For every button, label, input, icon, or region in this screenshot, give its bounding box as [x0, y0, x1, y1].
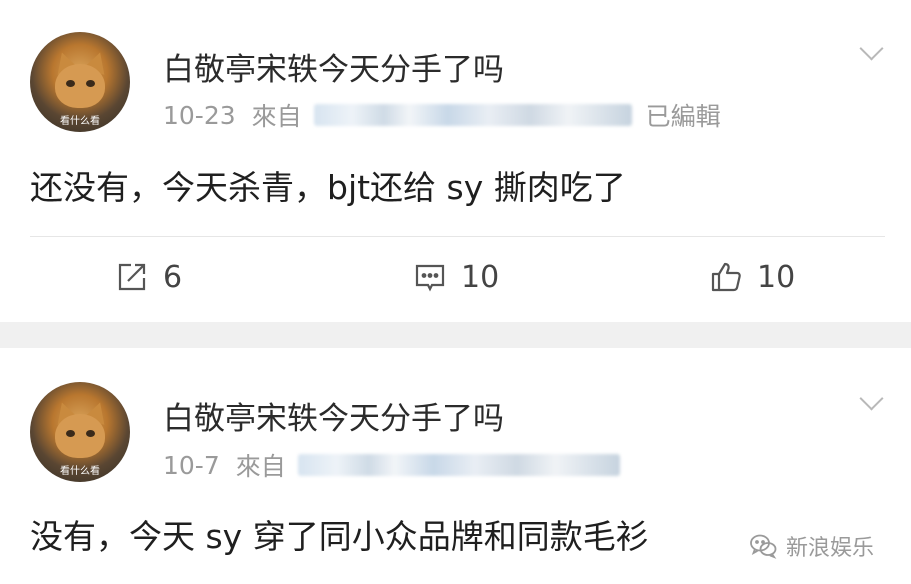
post-text: 没有，今天 sy 穿了同小众品牌和同款毛衫: [30, 517, 649, 556]
username[interactable]: 白敬亭宋轶今天分手了吗: [163, 393, 504, 438]
like-button[interactable]: 10: [709, 255, 795, 299]
watermark: 新浪娱乐: [748, 530, 874, 562]
thumbs-up-icon: [711, 262, 741, 292]
repost-icon: [118, 263, 146, 291]
chevron-down-icon[interactable]: [860, 390, 884, 414]
blurred-source: [313, 104, 632, 126]
watermark-text: 新浪娱乐: [786, 536, 875, 561]
repost-button[interactable]: 6: [115, 255, 182, 299]
post-text: 还没有，今天杀青，bjt还给 sy 撕肉吃了: [30, 168, 626, 207]
post-meta: 10-23 來自 已編輯: [163, 97, 721, 133]
repost-count: 6: [163, 259, 183, 295]
edited-label: 已編輯: [645, 102, 721, 131]
avatar-caption: 看什么看: [60, 466, 100, 477]
post-separator: [0, 322, 911, 348]
source-prefix: 來自: [235, 452, 286, 481]
comment-button[interactable]: 10: [413, 255, 499, 299]
avatar[interactable]: 看什么看: [30, 32, 130, 132]
source-prefix: 來自: [251, 102, 302, 131]
chevron-down-icon[interactable]: [860, 40, 884, 64]
avatar-caption: 看什么看: [60, 116, 100, 127]
post-meta: 10-7 來自: [163, 447, 634, 483]
blurred-source: [297, 454, 620, 476]
wechat-icon: [750, 534, 777, 559]
username[interactable]: 白敬亭宋轶今天分手了吗: [163, 44, 504, 89]
divider: [30, 236, 885, 237]
post-1: 看什么看 白敬亭宋轶今天分手了吗 10-23 來自 已編輯 还没有，今天杀青，b…: [0, 0, 911, 322]
comment-count: 10: [461, 259, 500, 295]
like-count: 10: [757, 259, 796, 295]
comment-icon: [415, 264, 445, 292]
post-date: 10-7: [163, 450, 220, 480]
avatar[interactable]: 看什么看: [30, 382, 130, 482]
post-date: 10-23: [163, 100, 236, 130]
